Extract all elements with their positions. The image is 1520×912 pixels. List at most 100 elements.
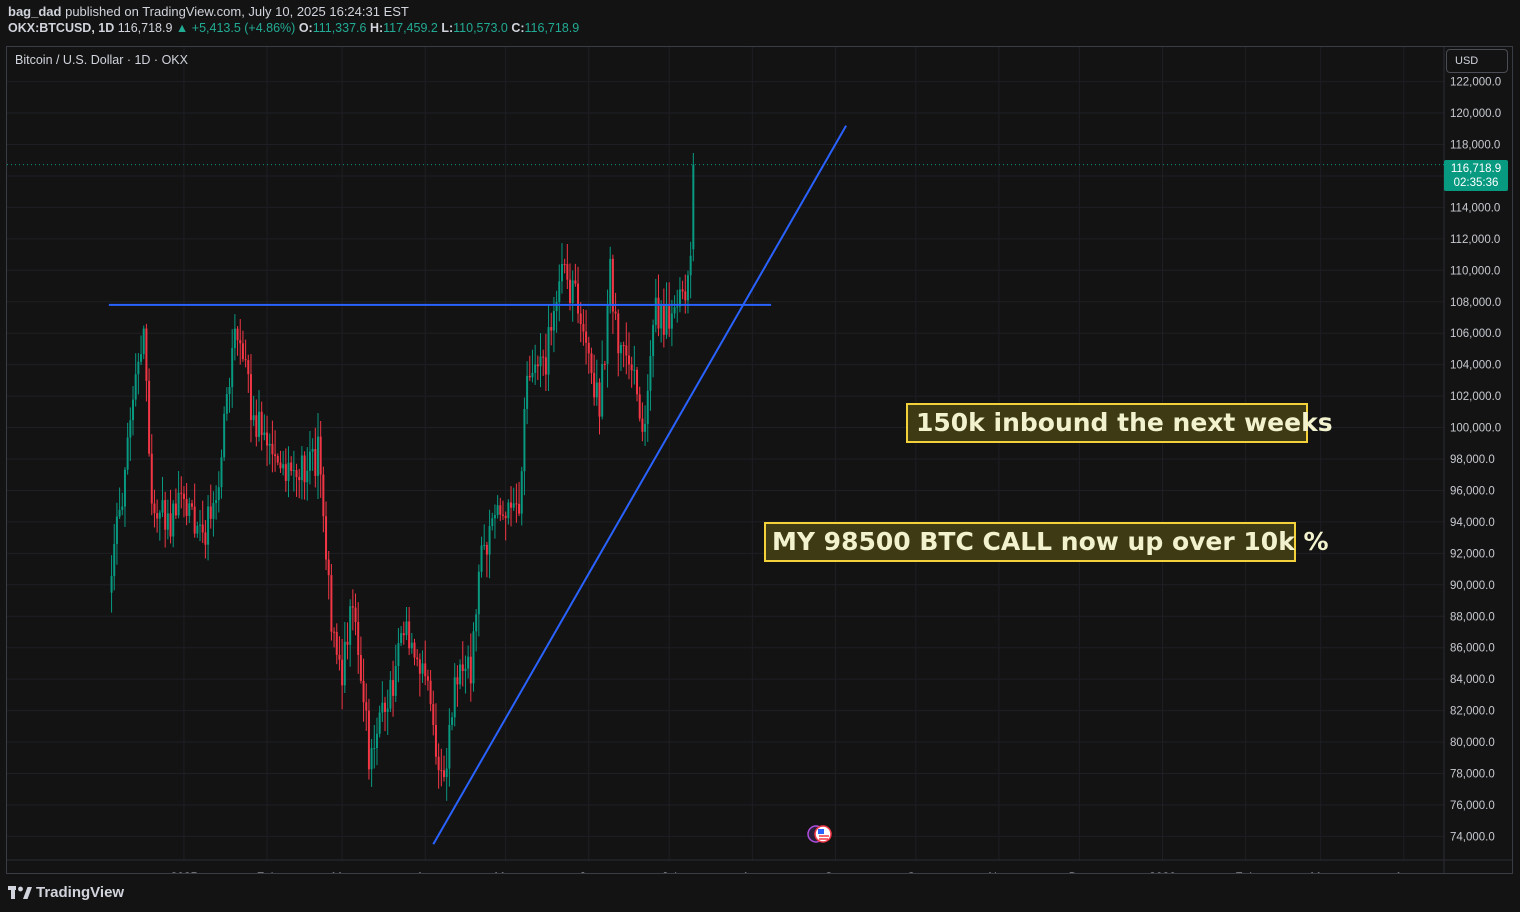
candle-body	[464, 668, 467, 672]
candle-body	[510, 502, 513, 508]
candle-body	[370, 748, 373, 770]
y-tick-label: 106,000.0	[1450, 328, 1501, 340]
candle-body	[386, 708, 389, 712]
y-tick-label: 114,000.0	[1450, 202, 1500, 214]
candle-body	[641, 418, 644, 432]
candle-body	[442, 770, 445, 778]
annotation-note-2[interactable]: MY 98500 BTC CALL now up over 10k %	[764, 522, 1329, 562]
candle-body	[319, 436, 322, 475]
candle-body	[571, 280, 574, 304]
candle-body	[496, 505, 499, 516]
y-tick-label: 104,000.0	[1450, 360, 1501, 372]
candle-body	[196, 525, 199, 534]
candle-body	[397, 643, 400, 667]
candle-body	[113, 544, 116, 577]
candle-body	[469, 656, 472, 684]
high-label: H:	[369, 21, 384, 35]
candle-body	[558, 281, 561, 303]
economic-events-marker[interactable]	[807, 823, 833, 845]
candle-body	[544, 357, 547, 375]
candle-body	[279, 462, 282, 469]
candle-body	[563, 264, 566, 266]
y-tick-label: 94,000.0	[1450, 517, 1495, 529]
candle-body	[555, 302, 558, 312]
candle-body	[606, 304, 609, 365]
candle-body	[308, 451, 311, 471]
candle-body	[593, 373, 596, 398]
publish-info: published on TradingView.com, July 10, 2…	[65, 4, 409, 19]
candle-body	[365, 702, 368, 711]
candle-body	[408, 621, 411, 649]
candle-body	[172, 503, 175, 537]
candle-body	[595, 382, 598, 398]
y-tick-label: 102,000.0	[1450, 391, 1501, 403]
candle-body	[215, 500, 218, 503]
candle-body	[190, 503, 193, 507]
candle-body	[421, 663, 424, 674]
candle-body	[225, 394, 228, 414]
candle-body	[239, 340, 242, 344]
candle-body	[367, 710, 370, 770]
candle-body	[292, 470, 295, 472]
candle-body	[207, 506, 210, 545]
publish-line: bag_dad published on TradingView.com, Ju…	[8, 4, 409, 19]
candle-body	[560, 264, 563, 282]
candle-body	[306, 470, 309, 483]
candle-body	[161, 500, 164, 513]
candle-body	[646, 390, 649, 424]
candle-body	[523, 408, 526, 472]
candle-body	[681, 289, 684, 292]
candle-body	[434, 724, 437, 757]
candle-body	[504, 515, 507, 519]
candle-body	[199, 524, 202, 526]
candle-body	[177, 492, 180, 516]
author-name[interactable]: bag_dad	[8, 4, 61, 19]
price-chart[interactable]: 74,000.0 76,000.0 78,000.0 80,000.0 82,000.0…	[7, 47, 1512, 873]
y-tick-label: 100,000.0	[1450, 423, 1501, 435]
candle-body	[316, 436, 319, 476]
candle-body	[668, 305, 671, 329]
candle-body	[156, 513, 159, 519]
y-tick-label: 108,000.0	[1450, 297, 1501, 309]
candle-body	[542, 356, 545, 358]
price-change: ▲ +5,413.5 (+4.86%)	[175, 21, 296, 35]
candle-body	[590, 353, 593, 374]
candle-body	[169, 513, 172, 537]
y-tick-label: 80,000.0	[1450, 737, 1495, 749]
tradingview-footer[interactable]: TradingView	[8, 884, 124, 901]
candle-body	[531, 372, 534, 378]
candle-body	[603, 363, 606, 365]
candle-body	[609, 258, 612, 305]
candle-body	[338, 654, 341, 660]
x-tick-label: Apr	[416, 870, 435, 873]
candle-body	[381, 702, 384, 713]
candle-body	[627, 355, 630, 365]
trend-line	[432, 125, 848, 845]
candle-body	[255, 415, 258, 437]
annotation-note-1[interactable]: 150k inbound the next weeks	[906, 403, 1333, 443]
currency-button[interactable]: USD	[1446, 49, 1508, 73]
candle-body	[148, 380, 151, 454]
candle-body	[343, 641, 346, 686]
candle-body	[373, 748, 376, 750]
candle-body	[598, 382, 601, 417]
candle-body	[453, 677, 456, 718]
y-tick-label: 90,000.0	[1450, 580, 1495, 592]
candle-body	[649, 356, 652, 391]
candle-body	[638, 394, 641, 419]
y-tick-label: 120,000.0	[1450, 108, 1501, 120]
candle-body	[437, 756, 440, 771]
candle-body	[587, 342, 590, 354]
candle-body	[375, 733, 378, 749]
candle-body	[461, 664, 464, 672]
candle-body	[617, 313, 620, 354]
candle-body	[515, 503, 518, 505]
candle-body	[164, 500, 167, 530]
y-tick-label: 86,000.0	[1450, 643, 1495, 655]
candle-body	[472, 631, 475, 684]
candle-body	[480, 545, 483, 572]
candle-body	[303, 455, 306, 483]
candle-body	[137, 361, 140, 375]
low-value: 110,573.0	[453, 21, 508, 35]
candle-body	[601, 363, 604, 417]
